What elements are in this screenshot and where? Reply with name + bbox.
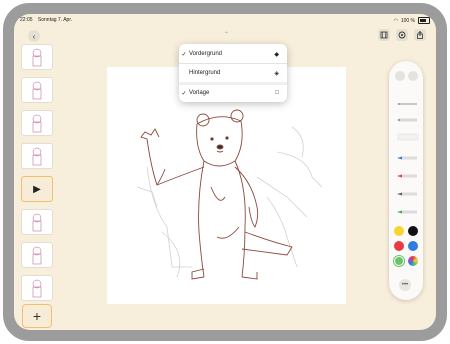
color-yellow[interactable] — [394, 226, 404, 236]
menu-item-label: Hintergrund — [189, 70, 221, 76]
layers-down-icon: ◈ — [274, 70, 279, 77]
bear-thumbnail — [32, 213, 42, 232]
green-marker-icon[interactable] — [397, 209, 419, 215]
more-button[interactable]: ••• — [399, 279, 411, 291]
frame-thumbnail[interactable] — [21, 77, 53, 103]
handle-icon[interactable]: ⌃ — [224, 31, 229, 38]
color-green[interactable] — [394, 256, 404, 266]
status-bar: 22:05 Sonntag 7. Apr. ◠ 100 % — [20, 17, 430, 25]
gray-marker-icon[interactable] — [397, 191, 419, 197]
bear-thumbnail — [32, 81, 42, 100]
add-frame-button[interactable]: + — [22, 304, 52, 328]
bear-drawing — [136, 109, 323, 280]
frame-thumbnail[interactable] — [21, 44, 53, 70]
square-icon: □ — [275, 90, 279, 96]
top-toolbar — [378, 29, 426, 41]
bear-thumbnail — [32, 246, 42, 265]
pencil-tool-icon[interactable] — [397, 101, 419, 107]
checkmark-icon: ✓ — [181, 90, 187, 97]
menu-item-label: Vorlage — [189, 90, 210, 96]
status-time: 22:05 — [20, 17, 33, 23]
menu-item-hintergrund[interactable]: Hintergrund ◈ — [179, 65, 287, 81]
menu-item-vorlage[interactable]: ✓ Vorlage □ — [179, 85, 287, 101]
app-screen: 22:05 Sonntag 7. Apr. ◠ 100 % ‹ ⌃ ▶ + ✓ … — [14, 14, 436, 330]
share-button[interactable] — [414, 29, 426, 41]
pen-tool-icon[interactable] — [397, 117, 419, 123]
frame-thumbnail[interactable] — [21, 209, 53, 235]
film-icon — [380, 31, 388, 39]
eraser-tool-icon[interactable] — [397, 133, 419, 141]
frame-strip: ▶ — [18, 44, 54, 326]
color-black[interactable] — [408, 226, 418, 236]
drawing-canvas[interactable] — [107, 67, 346, 304]
battery-percent: 100 % — [400, 17, 415, 24]
color-swatches — [394, 226, 418, 266]
frame-thumbnail[interactable] — [21, 275, 53, 301]
menu-item-label: Vordergrund — [189, 51, 223, 57]
chevron-left-icon: ‹ — [32, 31, 36, 41]
menu-item-vordergrund[interactable]: ✓ Vordergrund ◆ — [179, 46, 287, 62]
settings-button[interactable] — [396, 29, 408, 41]
circle-icon — [398, 31, 406, 39]
wifi-icon: ◠ — [393, 17, 398, 24]
bear-thumbnail — [32, 114, 42, 133]
play-button[interactable]: ▶ — [21, 176, 53, 202]
frame-thumbnail[interactable] — [21, 242, 53, 268]
ellipsis-icon: ••• — [401, 282, 409, 288]
blue-marker-icon[interactable] — [397, 155, 419, 161]
undo-redo-row — [395, 71, 418, 81]
battery-icon — [418, 17, 430, 24]
play-icon: ▶ — [33, 183, 41, 195]
color-blue[interactable] — [408, 241, 418, 251]
checkmark-icon: ✓ — [181, 51, 187, 58]
bear-thumbnail — [32, 147, 42, 166]
red-marker-icon[interactable] — [397, 173, 419, 179]
plus-icon: + — [32, 308, 42, 324]
onion-skin-ghost — [136, 126, 323, 278]
undo-button[interactable] — [395, 71, 405, 81]
tool-palette: ••• — [389, 61, 423, 300]
layers-up-icon: ◆ — [274, 51, 279, 58]
share-icon — [417, 31, 423, 39]
frame-thumbnail[interactable] — [21, 110, 53, 136]
color-picker-wheel[interactable] — [408, 256, 418, 266]
bear-thumbnail — [32, 279, 42, 298]
ipad-device-frame: 22:05 Sonntag 7. Apr. ◠ 100 % ‹ ⌃ ▶ + ✓ … — [3, 3, 447, 341]
color-red[interactable] — [394, 241, 404, 251]
layer-menu: ✓ Vordergrund ◆ Hintergrund ◈ ✓ Vorlage … — [179, 44, 287, 102]
film-button[interactable] — [378, 29, 390, 41]
status-date: Sonntag 7. Apr. — [37, 17, 73, 23]
bear-outline — [140, 109, 293, 280]
menu-divider — [179, 63, 287, 64]
bear-thumbnail — [32, 48, 42, 67]
frame-thumbnail[interactable] — [21, 143, 53, 169]
back-button[interactable]: ‹ — [28, 30, 40, 42]
redo-button[interactable] — [408, 71, 418, 81]
